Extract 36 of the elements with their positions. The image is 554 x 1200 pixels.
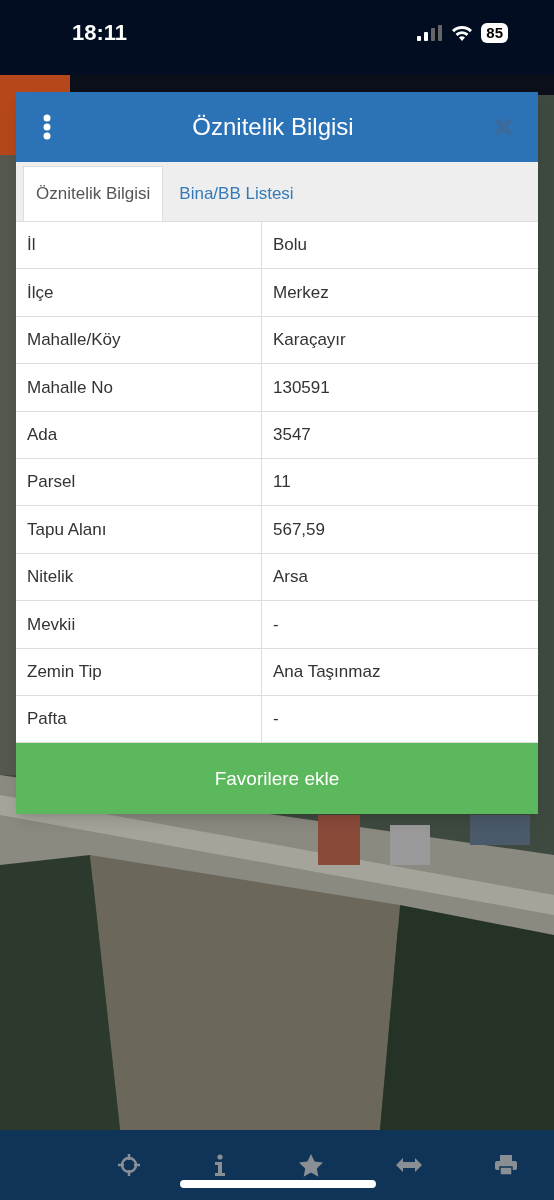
add-favorites-button[interactable]: Favorilere ekle	[16, 743, 538, 815]
table-cell: Nitelik	[16, 553, 262, 601]
table-cell-text: 11	[272, 471, 292, 494]
table-cell-text: 3547	[272, 424, 312, 446]
double-arrow-icon[interactable]	[396, 1158, 423, 1172]
menu-icon[interactable]	[42, 114, 52, 140]
table-cell: Zemin Tip	[16, 648, 262, 695]
table-cell: Mahalle No	[16, 364, 262, 411]
tab[interactable]: Öznitelik Bilgisi	[23, 166, 164, 221]
table-cell: Ada	[16, 411, 262, 458]
wifi-icon	[451, 24, 474, 41]
table-cell-text: Karaçayır	[272, 329, 347, 352]
tab[interactable]: Bina/BB Listesi	[163, 166, 310, 221]
table-cell-text: Ana Taşınmaz	[272, 660, 382, 683]
table-cell: Parsel	[16, 458, 262, 506]
table-cell-text: 130591	[272, 376, 331, 399]
status-time: 18:11	[72, 19, 128, 47]
table-cell: İl	[16, 222, 262, 269]
table-cell-text: -	[272, 613, 280, 636]
dialog-title: Öznitelik Bilgisi	[192, 112, 354, 142]
table-cell: İlçe	[16, 269, 262, 316]
table-cell: Tapu Alanı	[16, 506, 262, 553]
table-cell-text: -	[272, 708, 280, 731]
table-cell-text: Merkez	[272, 281, 330, 304]
crosshair-icon[interactable]	[116, 1153, 141, 1177]
table-cell-text: Bolu	[272, 234, 309, 257]
info-icon[interactable]	[213, 1154, 226, 1176]
signal-icon	[417, 24, 444, 41]
table-cell: Mevkii	[16, 601, 262, 648]
table-cell: Mahalle/Köy	[16, 316, 262, 364]
table-cell-text: 567,59	[272, 518, 326, 541]
battery-indicator: 85	[481, 22, 508, 43]
star-icon[interactable]	[298, 1153, 323, 1177]
table-cell-text: Arsa	[272, 566, 309, 589]
printer-icon[interactable]	[495, 1155, 518, 1175]
table-cell: Pafta	[16, 695, 262, 743]
